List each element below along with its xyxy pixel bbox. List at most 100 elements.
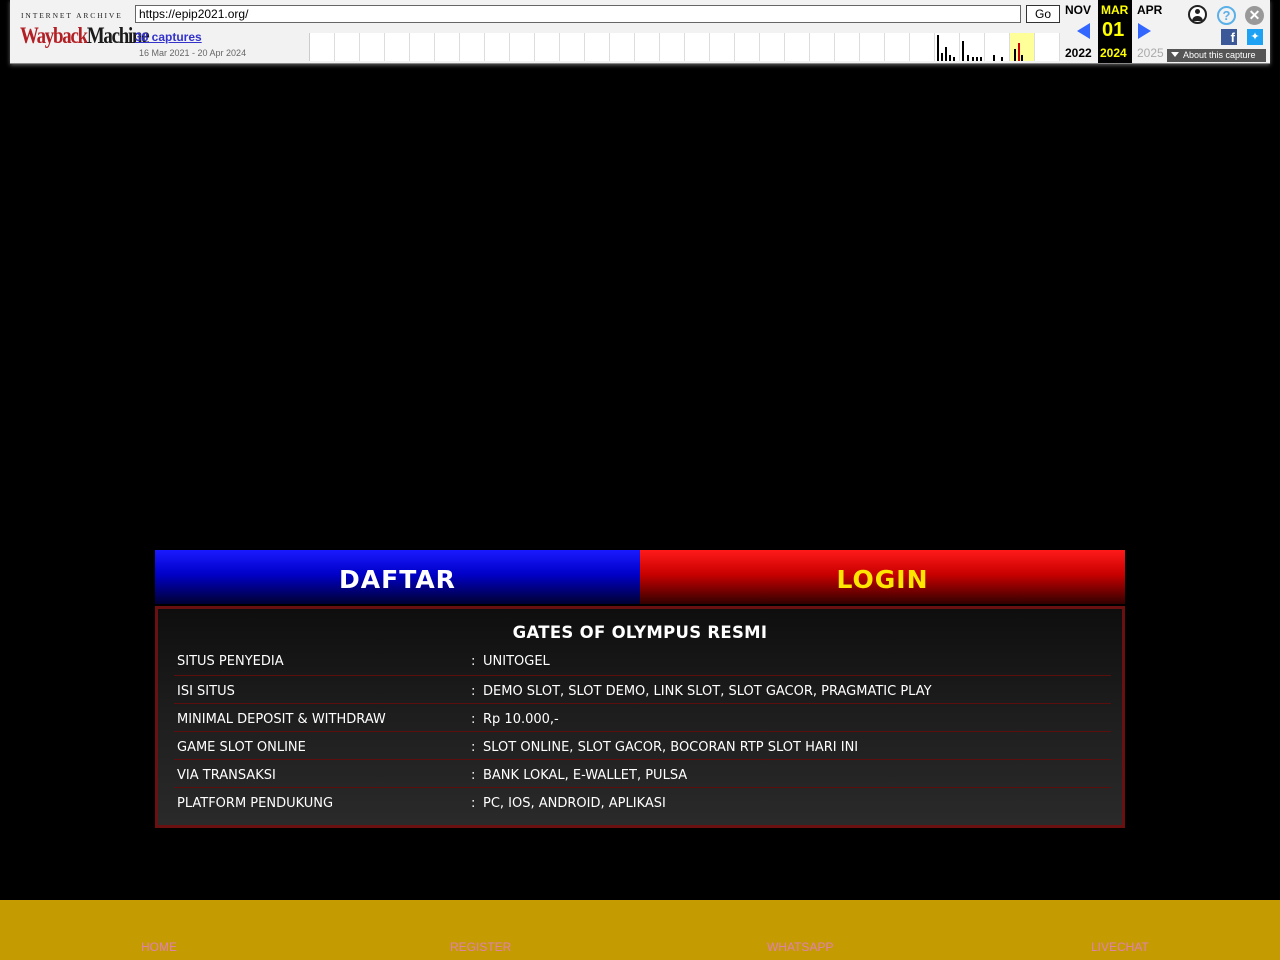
info-separator: : [471, 768, 476, 783]
footer-nav: HOME REGISTER WHATSAPP LIVECHAT [0, 900, 1280, 960]
sparkline-cell[interactable] [410, 33, 435, 61]
info-row: PLATFORM PENDUKUNG : PC, IOS, ANDROID, A… [174, 788, 1111, 816]
sparkline-cell[interactable] [910, 33, 935, 61]
sparkline-cell[interactable] [735, 33, 760, 61]
wayback-logo[interactable]: INTERNET ARCHIVE WaybackMachine [18, 8, 150, 52]
sparkline-cell[interactable] [985, 33, 1010, 61]
capture-range: 16 Mar 2021 - 20 Apr 2024 [139, 48, 247, 58]
next-capture-arrow-icon[interactable] [1138, 23, 1151, 39]
capture-bar [953, 57, 955, 61]
info-value: PC, IOS, ANDROID, APLIKASI [483, 796, 666, 811]
action-buttons: DAFTAR LOGIN [155, 550, 1125, 604]
facebook-icon[interactable]: f [1221, 29, 1237, 45]
login-button[interactable]: LOGIN [640, 550, 1125, 604]
close-icon[interactable]: ✕ [1245, 6, 1264, 25]
footer-livechat-link[interactable]: LIVECHAT [1091, 940, 1149, 954]
sparkline-cell[interactable] [860, 33, 885, 61]
about-capture-label: About this capture [1183, 50, 1256, 60]
sparkline-cell[interactable] [710, 33, 735, 61]
sparkline-cell[interactable] [610, 33, 635, 61]
capture-bar [937, 35, 939, 61]
sparkline-cell[interactable] [685, 33, 710, 61]
footer-register-link[interactable]: REGISTER [450, 940, 511, 954]
capture-bar [1014, 49, 1016, 61]
sparkline-cell[interactable] [885, 33, 910, 61]
info-key: ISI SITUS [177, 684, 235, 699]
current-day: 01 [1102, 19, 1125, 41]
info-table: SITUS PENYEDIA : UNITOGEL ISI SITUS : DE… [174, 649, 1111, 816]
sparkline-cell[interactable] [510, 33, 535, 61]
sparkline-cell[interactable] [935, 33, 960, 61]
capture-bar [1018, 43, 1020, 61]
info-row: MINIMAL DEPOSIT & WITHDRAW : Rp 10.000,- [174, 704, 1111, 732]
wayback-toolbar: INTERNET ARCHIVE WaybackMachine https://… [10, 0, 1270, 64]
info-separator: : [471, 740, 476, 755]
capture-bar [949, 55, 951, 61]
info-value: SLOT ONLINE, SLOT GACOR, BOCORAN RTP SLO… [483, 740, 859, 755]
next-year-link[interactable]: 2025 [1137, 46, 1164, 60]
sparkline-cell[interactable] [310, 33, 335, 61]
sparkline-cell[interactable] [1010, 33, 1035, 61]
sparkline-cell[interactable] [810, 33, 835, 61]
dropdown-arrow-icon [1171, 52, 1179, 57]
next-month-link[interactable]: APR [1137, 3, 1162, 17]
twitter-icon[interactable]: ✦ [1247, 29, 1263, 45]
daftar-button[interactable]: DAFTAR [155, 550, 640, 604]
go-button[interactable]: Go [1026, 5, 1060, 23]
capture-bar [1021, 55, 1023, 61]
sparkline-cell[interactable] [360, 33, 385, 61]
sparkline-cell[interactable] [460, 33, 485, 61]
help-icon[interactable]: ? [1217, 6, 1236, 25]
prev-month-link[interactable]: NOV [1065, 3, 1091, 17]
info-key: GAME SLOT ONLINE [177, 740, 306, 755]
current-capture-date: MAR 01 2024 [1098, 0, 1132, 63]
capture-sparkline[interactable] [309, 33, 1060, 61]
sparkline-cell[interactable] [560, 33, 585, 61]
info-row: VIA TRANSAKSI : BANK LOKAL, E-WALLET, PU… [174, 760, 1111, 788]
info-title: GATES OF OLYMPUS RESMI [512, 623, 768, 642]
info-key: SITUS PENYEDIA [177, 654, 284, 669]
capture-bar [976, 57, 978, 61]
info-separator: : [471, 796, 476, 811]
sparkline-cell[interactable] [385, 33, 410, 61]
about-capture-button[interactable]: About this capture [1167, 49, 1266, 62]
user-icon[interactable] [1188, 5, 1207, 24]
sparkline-cell[interactable] [585, 33, 610, 61]
info-separator: : [471, 712, 476, 727]
footer-home-link[interactable]: HOME [141, 940, 177, 954]
capture-bar [972, 57, 974, 61]
sparkline-cell[interactable] [635, 33, 660, 61]
sparkline-cell[interactable] [660, 33, 685, 61]
sparkline-cell[interactable] [535, 33, 560, 61]
sparkline-cell[interactable] [785, 33, 810, 61]
footer-whatsapp-link[interactable]: WHATSAPP [767, 940, 833, 954]
url-input[interactable]: https://epip2021.org/ [135, 5, 1021, 23]
capture-bar [993, 55, 995, 61]
info-row: GAME SLOT ONLINE : SLOT ONLINE, SLOT GAC… [174, 732, 1111, 760]
capture-bar [980, 57, 982, 61]
info-value: Rp 10.000,- [483, 712, 559, 727]
info-key: MINIMAL DEPOSIT & WITHDRAW [177, 712, 386, 727]
captures-link[interactable]: 38 captures [135, 30, 202, 44]
info-key: PLATFORM PENDUKUNG [177, 796, 334, 811]
info-value: UNITOGEL [483, 654, 550, 669]
info-separator: : [471, 684, 476, 699]
sparkline-cell[interactable] [760, 33, 785, 61]
sparkline-cell[interactable] [1035, 33, 1060, 61]
sparkline-cell[interactable] [435, 33, 460, 61]
info-value: DEMO SLOT, SLOT DEMO, LINK SLOT, SLOT GA… [483, 684, 932, 699]
sparkline-cell[interactable] [335, 33, 360, 61]
current-month: MAR [1101, 3, 1129, 17]
sparkline-cell[interactable] [960, 33, 985, 61]
logo-wayback-machine-text: WaybackMachine [20, 23, 150, 49]
current-year: 2024 [1100, 46, 1127, 60]
prev-capture-arrow-icon[interactable] [1077, 23, 1090, 39]
capture-bar [962, 41, 964, 61]
info-panel: GATES OF OLYMPUS RESMI SITUS PENYEDIA : … [155, 606, 1125, 828]
logo-wayback-part: Wayback [20, 23, 88, 48]
sparkline-cell[interactable] [485, 33, 510, 61]
capture-bar [967, 55, 969, 61]
prev-year-link[interactable]: 2022 [1065, 46, 1092, 60]
info-key: VIA TRANSAKSI [177, 768, 276, 783]
sparkline-cell[interactable] [835, 33, 860, 61]
